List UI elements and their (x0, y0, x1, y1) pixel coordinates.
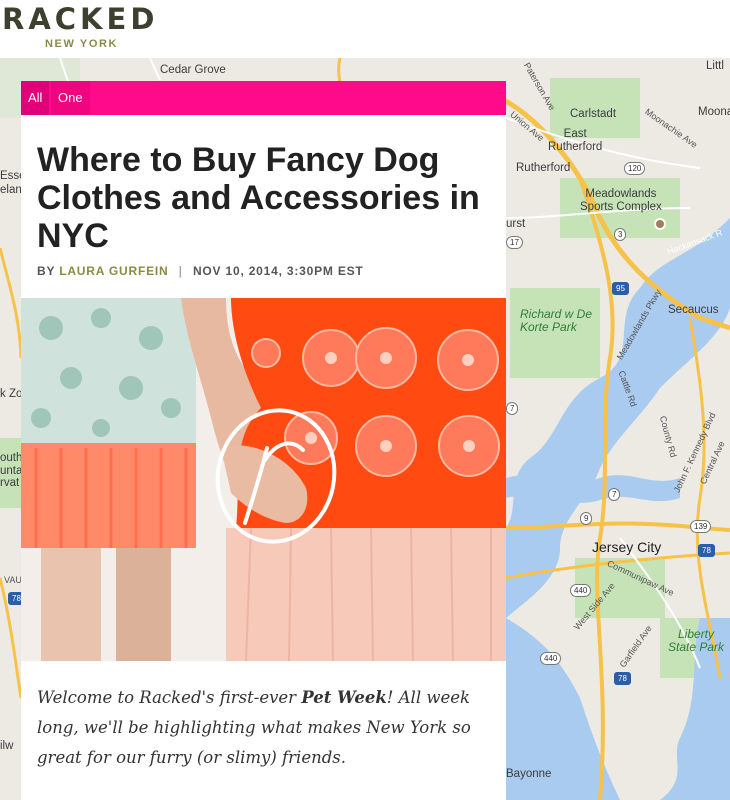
route-shield-78-south: 78 (614, 672, 631, 685)
route-shield-78-east: 78 (698, 544, 715, 557)
tab-all[interactable]: All (21, 81, 50, 115)
article-tab-bar: All One (21, 81, 506, 115)
map-label-jersey-city: Jersey City (592, 539, 662, 555)
map-label-secaucus: Secaucus (668, 304, 719, 316)
route-shield-17: 17 (506, 236, 523, 249)
hero-image (21, 298, 506, 661)
map-label-liberty-state-park: Liberty State Park (668, 627, 725, 655)
site-logo[interactable]: RACKED (2, 2, 158, 36)
intro-text-start: Welcome to Racked's first-ever (37, 688, 302, 707)
map-label-meadowlands: Meadowlands Sports Complex (580, 188, 662, 213)
article-title: Where to Buy Fancy Dog Clothes and Acces… (37, 141, 480, 255)
map-label-elan: elan (0, 184, 22, 196)
map-label-vau: VAU (4, 575, 22, 585)
route-shield-440-north: 440 (570, 584, 592, 597)
map-label-outh: outh unta rvat (0, 452, 23, 490)
article-card: All One Where to Buy Fancy Dog Clothes a… (21, 81, 506, 800)
map-label-richard-korte-park: Richard w De Korte Park (520, 307, 593, 335)
map-label-east-rutherford: East Rutherford (548, 128, 603, 153)
map-label-ilw: ilw (0, 740, 14, 752)
publish-date: NOV 10, 2014, 3:30PM EST (192, 264, 364, 278)
tab-one[interactable]: One (51, 81, 90, 115)
route-shield-120: 120 (624, 162, 646, 175)
route-shield-139: 139 (690, 520, 712, 533)
place-pin-icon (654, 218, 666, 230)
route-shield-440-south: 440 (540, 652, 562, 665)
map-label-rutherford: Rutherford (516, 162, 571, 174)
map-label-moona: Moona (698, 106, 730, 118)
author-link[interactable]: LAURA GURFEIN (59, 264, 168, 278)
byline-separator: | (178, 264, 183, 278)
map-label-urst: urst (506, 218, 526, 230)
hero-illustration (21, 298, 506, 661)
map-label-carlstadt: Carlstadt (570, 108, 617, 120)
byline-prefix: BY (37, 264, 56, 278)
map-label-kzo: k Zo (0, 388, 23, 400)
article-intro: Welcome to Racked's first-ever Pet Week!… (37, 683, 497, 773)
map-label-bayonne: Bayonne (506, 768, 552, 780)
pet-week-link[interactable]: Pet Week (301, 688, 386, 707)
article-byline: BY LAURA GURFEIN | NOV 10, 2014, 3:30PM … (37, 264, 364, 278)
map-label-cedar-grove: Cedar Grove (160, 64, 226, 76)
route-shield-95: 95 (612, 282, 629, 295)
site-header: RACKED NEW YORK (0, 0, 730, 58)
site-city-label[interactable]: NEW YORK (45, 38, 118, 50)
map-label-little: Littl (706, 60, 724, 72)
